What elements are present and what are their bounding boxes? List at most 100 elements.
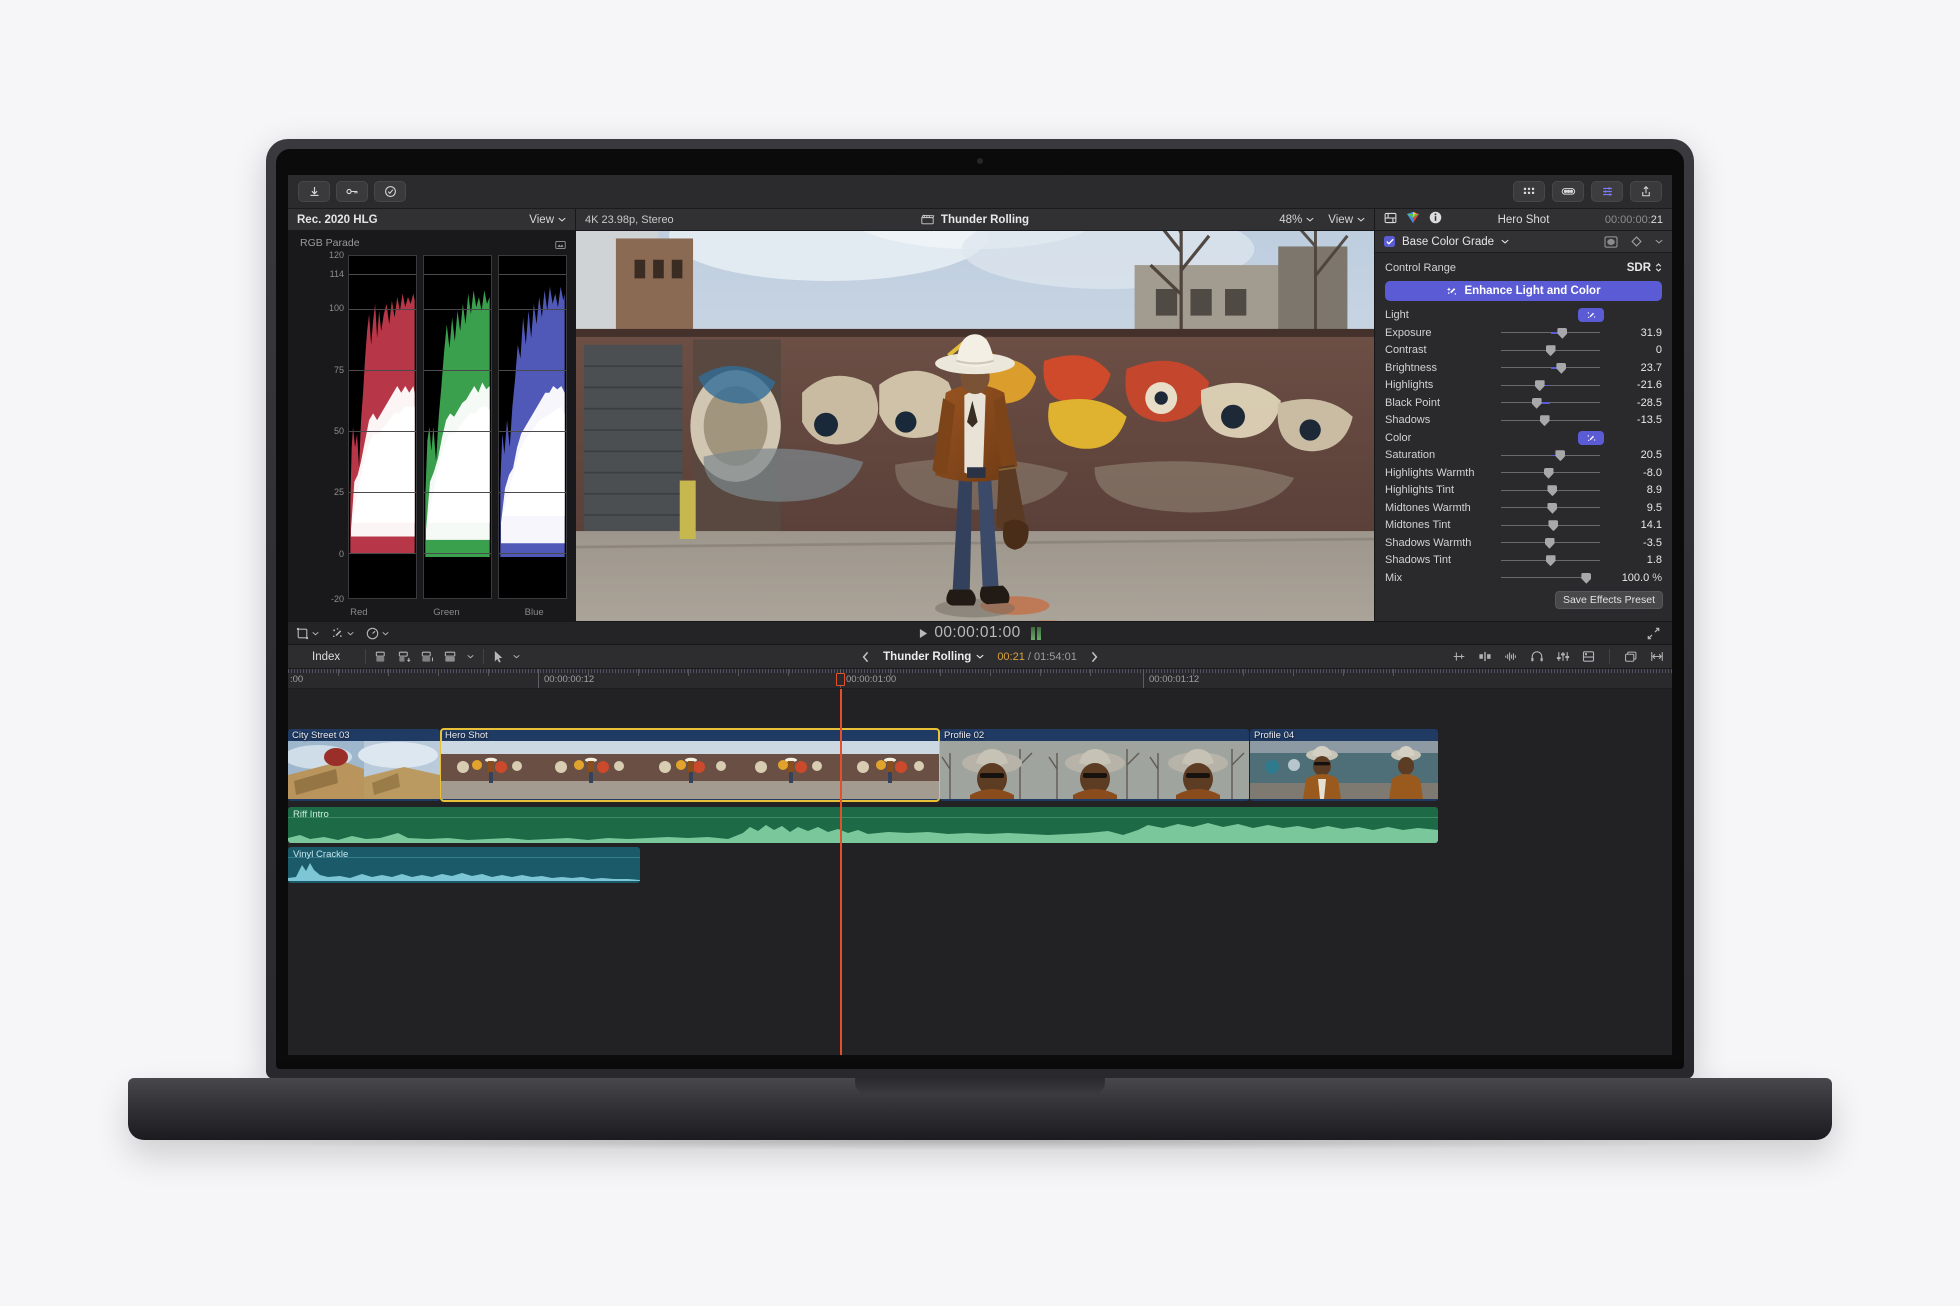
expand-icon[interactable] bbox=[1647, 627, 1660, 640]
param-value[interactable]: -13.5 bbox=[1608, 414, 1662, 426]
save-effects-preset-button[interactable]: Save Effects Preset bbox=[1554, 590, 1663, 609]
transform-crop-tool[interactable] bbox=[296, 627, 319, 640]
fit-timeline-icon[interactable] bbox=[1650, 650, 1664, 663]
param-row-shadows-tint[interactable]: Shadows Tint 1.8 bbox=[1375, 552, 1672, 570]
enhance-tool[interactable] bbox=[331, 627, 354, 640]
param-row-exposure[interactable]: Exposure 31.9 bbox=[1375, 324, 1672, 342]
playhead-handle[interactable] bbox=[836, 673, 846, 686]
chevron-right-icon[interactable] bbox=[1090, 651, 1098, 663]
param-row-shadows[interactable]: Shadows -13.5 bbox=[1375, 412, 1672, 430]
share-button[interactable] bbox=[1630, 181, 1662, 202]
chevron-down-icon[interactable] bbox=[467, 654, 474, 659]
param-row-mix[interactable]: Mix 100.0 % bbox=[1375, 569, 1672, 587]
viewer-view-menu[interactable]: View bbox=[1328, 214, 1365, 226]
param-row-highlights-tint[interactable]: Highlights Tint 8.9 bbox=[1375, 482, 1672, 500]
window-stack-icon[interactable] bbox=[1624, 650, 1638, 663]
inspector-button[interactable] bbox=[1591, 181, 1623, 202]
keywords-button[interactable] bbox=[336, 181, 368, 202]
param-slider[interactable] bbox=[1501, 553, 1600, 567]
timeline-project-name[interactable]: Thunder Rolling bbox=[883, 651, 984, 663]
param-value[interactable]: 20.5 bbox=[1608, 449, 1662, 461]
param-slider[interactable] bbox=[1501, 536, 1600, 550]
arrow-pointer-icon[interactable] bbox=[493, 650, 504, 663]
headphones-icon[interactable] bbox=[1530, 650, 1544, 663]
param-slider[interactable] bbox=[1501, 483, 1600, 497]
param-row-midtones-warmth[interactable]: Midtones Warmth 9.5 bbox=[1375, 499, 1672, 517]
param-value[interactable]: 0 bbox=[1608, 344, 1662, 356]
video-inspector-tab[interactable] bbox=[1384, 211, 1397, 229]
viewer-timecode[interactable]: 00:00:01:00 bbox=[919, 624, 1020, 642]
color-board-button[interactable] bbox=[1552, 181, 1584, 202]
insert-clip-icon[interactable] bbox=[398, 651, 412, 663]
param-row-saturation[interactable]: Saturation 20.5 bbox=[1375, 447, 1672, 465]
crossfade-icon[interactable] bbox=[1478, 650, 1492, 663]
timeline-clip-profile-04[interactable]: Profile 04 bbox=[1250, 729, 1438, 801]
timeline-canvas[interactable]: City Street 03 Hero Shot Profile 02 Prof… bbox=[288, 689, 1672, 1055]
scope-settings-icon[interactable] bbox=[555, 237, 566, 255]
auto-color-button[interactable] bbox=[1578, 430, 1604, 445]
overwrite-clip-icon[interactable] bbox=[444, 651, 458, 663]
param-value[interactable]: -3.5 bbox=[1608, 537, 1662, 549]
timeline-clip-city-street-03[interactable]: City Street 03 bbox=[288, 729, 440, 801]
chevron-down-icon[interactable] bbox=[513, 654, 520, 659]
param-row-highlights-warmth[interactable]: Highlights Warmth -8.0 bbox=[1375, 464, 1672, 482]
retime-tool[interactable] bbox=[366, 627, 389, 640]
mixer-icon[interactable] bbox=[1556, 650, 1570, 663]
color-inspector-tab[interactable] bbox=[1406, 211, 1420, 229]
param-slider[interactable] bbox=[1501, 518, 1600, 532]
param-slider[interactable] bbox=[1501, 396, 1600, 410]
waveform-icon[interactable] bbox=[1504, 650, 1518, 663]
chevron-down-icon[interactable] bbox=[1501, 239, 1509, 244]
enhance-light-and-color-button[interactable]: Enhance Light and Color bbox=[1385, 280, 1662, 301]
param-slider[interactable] bbox=[1501, 413, 1600, 427]
timeline-audio-clip-vinyl-crackle[interactable]: Vinyl Crackle bbox=[288, 847, 640, 883]
param-value[interactable]: -21.6 bbox=[1608, 379, 1662, 391]
param-value[interactable]: 8.9 bbox=[1608, 484, 1662, 496]
timeline-ruler[interactable]: :00 00:00:00:12 00:00:01:00 00:00:01:12 bbox=[288, 669, 1672, 689]
param-value[interactable]: 14.1 bbox=[1608, 519, 1662, 531]
param-row-shadows-warmth[interactable]: Shadows Warmth -3.5 bbox=[1375, 534, 1672, 552]
timeline-clip-profile-02[interactable]: Profile 02 bbox=[940, 729, 1249, 801]
param-slider[interactable] bbox=[1501, 448, 1600, 462]
show-libraries-button[interactable] bbox=[1513, 181, 1545, 202]
import-media-button[interactable] bbox=[298, 181, 330, 202]
param-slider[interactable] bbox=[1501, 378, 1600, 392]
info-inspector-tab[interactable] bbox=[1429, 211, 1442, 229]
trim-icon[interactable] bbox=[1452, 650, 1466, 663]
param-value[interactable]: 9.5 bbox=[1608, 502, 1662, 514]
clip-appearance-icon[interactable] bbox=[1582, 650, 1595, 663]
control-range-value-menu[interactable]: SDR bbox=[1627, 262, 1662, 274]
timeline-audio-clip-riff-intro[interactable]: Riff Intro bbox=[288, 807, 1438, 843]
timeline-clip-hero-shot[interactable]: Hero Shot bbox=[440, 728, 940, 802]
timeline-playhead[interactable] bbox=[840, 689, 842, 1055]
connect-clip-icon[interactable] bbox=[375, 651, 389, 663]
param-slider[interactable] bbox=[1501, 361, 1600, 375]
append-clip-icon[interactable] bbox=[421, 651, 435, 663]
param-slider[interactable] bbox=[1501, 571, 1592, 585]
timeline-index-button[interactable]: Index bbox=[296, 651, 356, 663]
param-row-black-point[interactable]: Black Point -28.5 bbox=[1375, 394, 1672, 412]
param-slider[interactable] bbox=[1501, 501, 1600, 515]
viewer-zoom-menu[interactable]: 48% bbox=[1279, 214, 1314, 226]
viewer-video-frame[interactable] bbox=[576, 231, 1374, 621]
param-slider[interactable] bbox=[1501, 343, 1600, 357]
scopes-view-menu[interactable]: View bbox=[529, 214, 566, 226]
param-row-midtones-tint[interactable]: Midtones Tint 14.1 bbox=[1375, 517, 1672, 535]
param-row-contrast[interactable]: Contrast 0 bbox=[1375, 342, 1672, 360]
scope-display[interactable]: RGB Parade 120 114 100 75 50 25 0 -20 Re… bbox=[288, 231, 575, 621]
chevron-left-icon[interactable] bbox=[862, 651, 870, 663]
audio-meter-icon[interactable] bbox=[1030, 626, 1041, 640]
keyframe-diamond-icon[interactable] bbox=[1631, 236, 1642, 247]
param-value[interactable]: 100.0 bbox=[1595, 572, 1650, 584]
param-value[interactable]: 31.9 bbox=[1608, 327, 1662, 339]
param-value[interactable]: -8.0 bbox=[1608, 467, 1662, 479]
param-value[interactable]: -28.5 bbox=[1608, 397, 1662, 409]
param-slider[interactable] bbox=[1501, 326, 1600, 340]
effect-enable-checkbox[interactable] bbox=[1384, 236, 1395, 247]
chevron-down-icon[interactable] bbox=[1655, 239, 1663, 244]
effect-header-base-color-grade[interactable]: Base Color Grade bbox=[1375, 231, 1672, 253]
param-value[interactable]: 23.7 bbox=[1608, 362, 1662, 374]
ratings-button[interactable] bbox=[374, 181, 406, 202]
param-row-highlights[interactable]: Highlights -21.6 bbox=[1375, 377, 1672, 395]
auto-light-button[interactable] bbox=[1578, 308, 1604, 323]
